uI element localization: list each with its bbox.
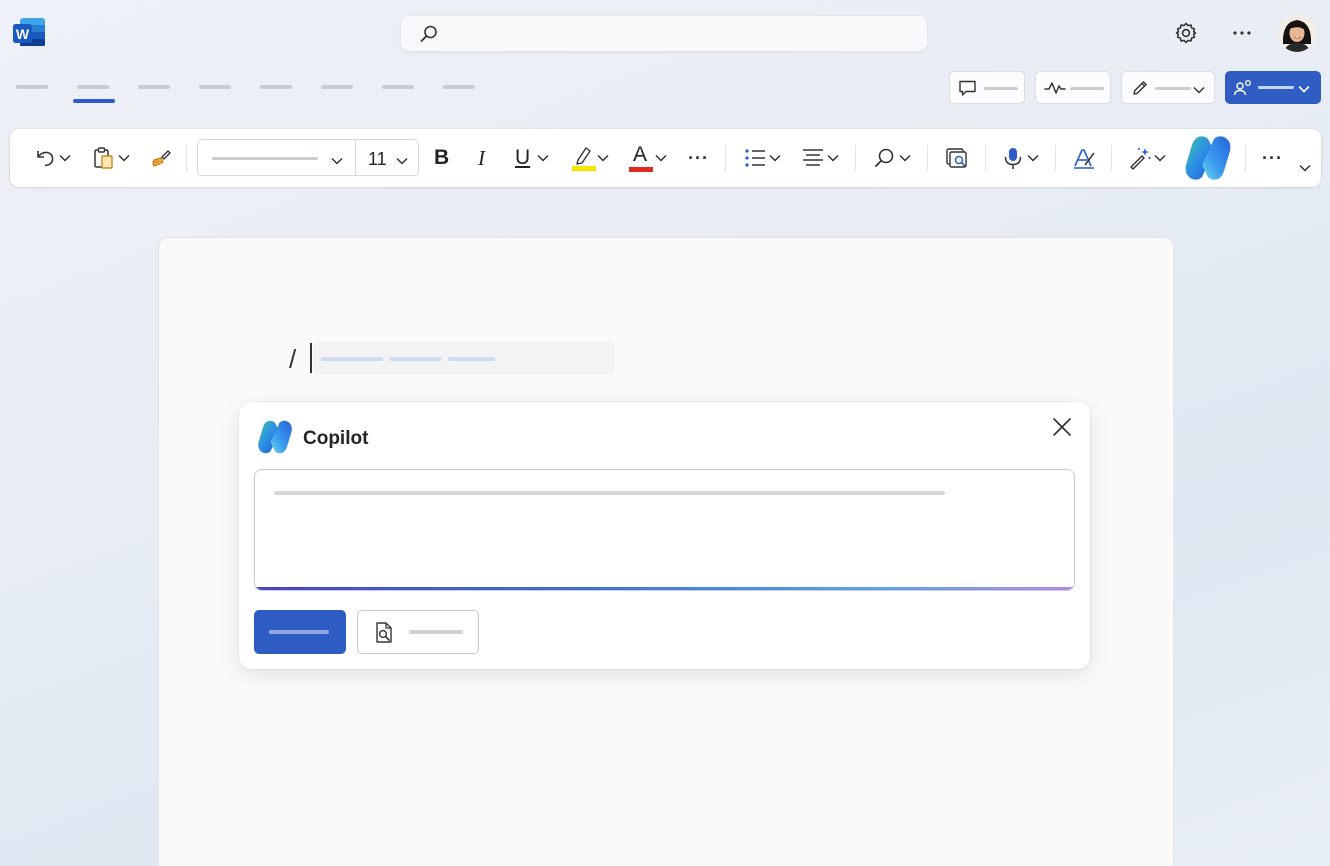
paste-icon — [91, 145, 117, 171]
align-icon — [800, 145, 826, 171]
word-logo-icon[interactable]: W — [12, 16, 46, 48]
tab-home[interactable] — [77, 85, 109, 89]
bullets-icon — [742, 145, 768, 171]
italic-label: I — [478, 145, 485, 170]
designer-icon — [1127, 145, 1153, 171]
chevron-down-icon — [768, 153, 782, 163]
generate-button[interactable] — [254, 610, 346, 654]
more-label: ··· — [1262, 147, 1283, 168]
chevron-down-icon — [1026, 153, 1040, 163]
chevron-down-icon — [898, 153, 912, 163]
find-button[interactable] — [872, 141, 912, 175]
catch-up-button[interactable] — [1035, 71, 1111, 104]
close-icon[interactable] — [1051, 416, 1073, 438]
copilot-logo-icon — [254, 418, 296, 456]
ghost-suggestion-line — [448, 357, 495, 361]
format-painter-icon — [148, 145, 174, 171]
comments-button[interactable] — [949, 71, 1025, 104]
chevron-down-icon — [58, 153, 72, 163]
ghost-suggestion-line — [321, 357, 383, 361]
dictate-icon — [1000, 145, 1026, 171]
copilot-button[interactable] — [1180, 133, 1236, 183]
chevron-down-icon — [117, 153, 131, 163]
bullets-button[interactable] — [742, 141, 782, 175]
more-commands-button[interactable]: ··· — [1262, 141, 1283, 175]
more-label: ··· — [688, 147, 709, 168]
ribbon-toolbar: 11 B I U A ··· ··· — [10, 129, 1321, 187]
ghost-suggestion-line — [389, 357, 442, 361]
generate-button-label-line — [269, 630, 329, 634]
underline-button[interactable]: U — [515, 141, 550, 175]
tab-references[interactable] — [260, 85, 292, 89]
undo-button[interactable] — [32, 141, 72, 175]
search-input[interactable] — [400, 15, 928, 52]
tab-active-indicator — [73, 99, 115, 103]
tab-view[interactable] — [382, 85, 414, 89]
bold-button[interactable]: B — [434, 141, 449, 175]
expand-ribbon-button[interactable] — [1298, 151, 1312, 185]
comment-icon — [958, 79, 977, 102]
chevron-down-icon — [1192, 82, 1206, 100]
settings-icon[interactable] — [1173, 20, 1199, 46]
find-icon — [872, 145, 898, 171]
reference-file-icon — [374, 621, 396, 650]
more-options-icon[interactable] — [1229, 20, 1255, 46]
tab-help[interactable] — [443, 85, 475, 89]
highlighter-icon — [570, 143, 596, 173]
chevron-down-icon — [1298, 163, 1312, 173]
dictate-button[interactable] — [1000, 141, 1040, 175]
copilot-card: Copilot — [239, 402, 1090, 669]
font-name-dropdown[interactable]: 11 — [197, 139, 419, 176]
prompt-accent-bar — [255, 587, 1074, 590]
italic-button[interactable]: I — [478, 141, 485, 175]
copilot-title: Copilot — [303, 428, 369, 449]
chevron-down-icon — [826, 153, 840, 163]
copilot-icon — [1180, 133, 1236, 183]
word-logo-letter: W — [16, 26, 30, 42]
more-font-options-button[interactable]: ··· — [688, 141, 709, 175]
avatar[interactable] — [1278, 14, 1316, 52]
chevron-down-icon — [1153, 153, 1167, 163]
chevron-down-icon — [395, 153, 409, 171]
chevron-down-icon — [654, 153, 668, 163]
designer-button[interactable] — [1127, 141, 1167, 175]
text-cursor — [310, 343, 312, 373]
pen-icon — [1130, 78, 1150, 103]
share-people-icon — [1233, 78, 1255, 103]
editing-mode-button[interactable] — [1121, 71, 1215, 104]
chevron-down-icon — [536, 153, 550, 163]
slash-command-text: / — [289, 344, 297, 374]
format-painter-button[interactable] — [148, 141, 174, 175]
bold-label: B — [434, 146, 450, 169]
align-button[interactable] — [800, 141, 840, 175]
reuse-icon — [944, 145, 970, 171]
copilot-prompt-input[interactable] — [254, 469, 1075, 591]
chevron-down-icon — [1297, 81, 1311, 99]
tab-layout[interactable] — [199, 85, 231, 89]
chevron-down-icon — [330, 153, 344, 171]
tab-file[interactable] — [16, 85, 48, 89]
tab-insert[interactable] — [138, 85, 170, 89]
reuse-files-button[interactable] — [944, 141, 970, 175]
activity-icon — [1044, 80, 1066, 101]
tab-review[interactable] — [321, 85, 353, 89]
font-color-icon: A — [628, 143, 654, 173]
search-icon — [419, 24, 439, 44]
reference-file-button[interactable] — [357, 610, 479, 654]
font-size-value[interactable]: 11 — [368, 149, 387, 170]
share-button[interactable] — [1225, 71, 1321, 104]
undo-icon — [32, 145, 58, 171]
editor-button[interactable] — [1071, 141, 1097, 175]
underline-label: U — [515, 146, 531, 169]
chevron-down-icon — [596, 153, 610, 163]
paste-button[interactable] — [91, 141, 131, 175]
font-color-button[interactable]: A — [628, 141, 668, 175]
reference-file-label-line — [409, 630, 463, 634]
font-color-label: A — [633, 143, 648, 166]
prompt-placeholder-line — [274, 491, 945, 495]
highlight-color-button[interactable] — [570, 141, 610, 175]
editor-icon — [1071, 145, 1097, 171]
